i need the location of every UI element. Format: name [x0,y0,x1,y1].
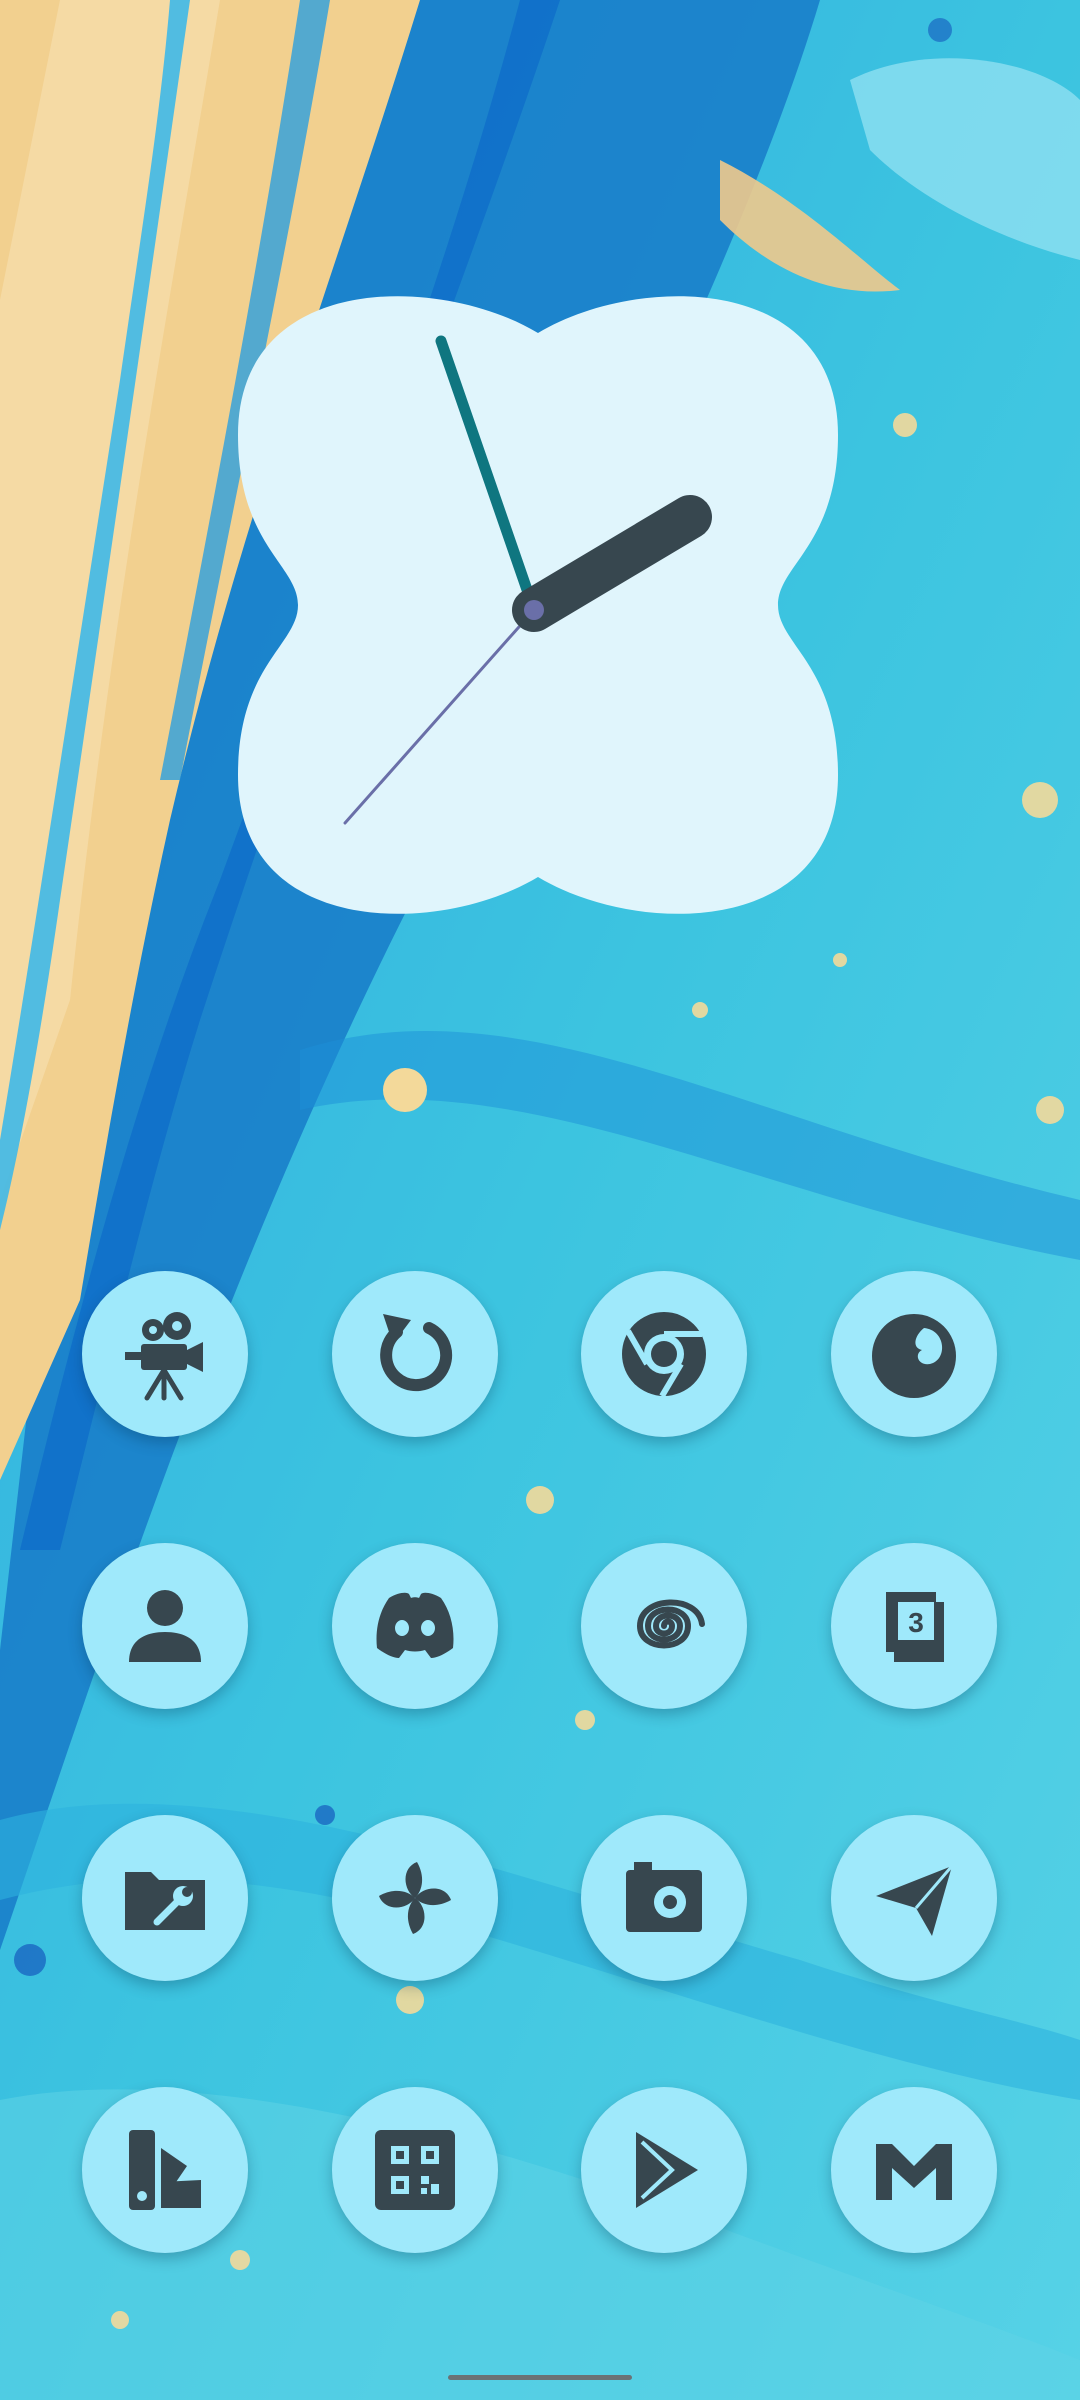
gmail-app-icon[interactable] [831,2087,997,2253]
discord-app-icon[interactable] [332,1543,498,1709]
video-camera-icon [125,1312,203,1401]
calendar-icon: 3 [886,1592,944,1662]
calendar-app-icon[interactable]: 3 [831,1543,997,1709]
contacts-app-icon[interactable] [82,1543,248,1709]
folder-wrench-icon [125,1872,205,1930]
pinwheel-app-icon[interactable] [332,1815,498,1981]
calendar-date-badge: 3 [908,1607,924,1638]
refresh-arrow-icon [380,1314,453,1392]
chrome-icon [622,1312,706,1398]
video-camera-app-icon[interactable] [82,1271,248,1437]
qr-scanner-app-icon[interactable] [332,2087,498,2253]
spiral-app-icon[interactable] [581,1543,747,1709]
paper-plane-icon [876,1865,954,1936]
clock-center-dot [524,600,544,620]
file-manager-app-icon[interactable] [82,1815,248,1981]
firefox-app-icon[interactable] [831,1271,997,1437]
gmail-icon [876,2144,952,2200]
clock-widget[interactable] [218,285,858,925]
gesture-navigation-handle[interactable] [448,2375,632,2380]
wallpapers-app-icon[interactable] [82,2087,248,2253]
camera-icon [626,1862,702,1932]
person-icon [129,1590,201,1662]
pinwheel-icon [379,1862,451,1934]
home-screen: 3 [0,0,1080,2400]
discord-icon [376,1592,454,1658]
telegram-app-icon[interactable] [831,1815,997,1981]
chrome-app-icon[interactable] [581,1271,747,1437]
play-store-icon [636,2132,698,2208]
color-swatch-icon [129,2130,201,2210]
spiral-icon [636,1599,705,1649]
camera-app-icon[interactable] [581,1815,747,1981]
play-store-app-icon[interactable] [581,2087,747,2253]
refresh-app-icon[interactable] [332,1271,498,1437]
qr-code-icon [375,2130,455,2210]
firefox-icon [872,1314,956,1398]
